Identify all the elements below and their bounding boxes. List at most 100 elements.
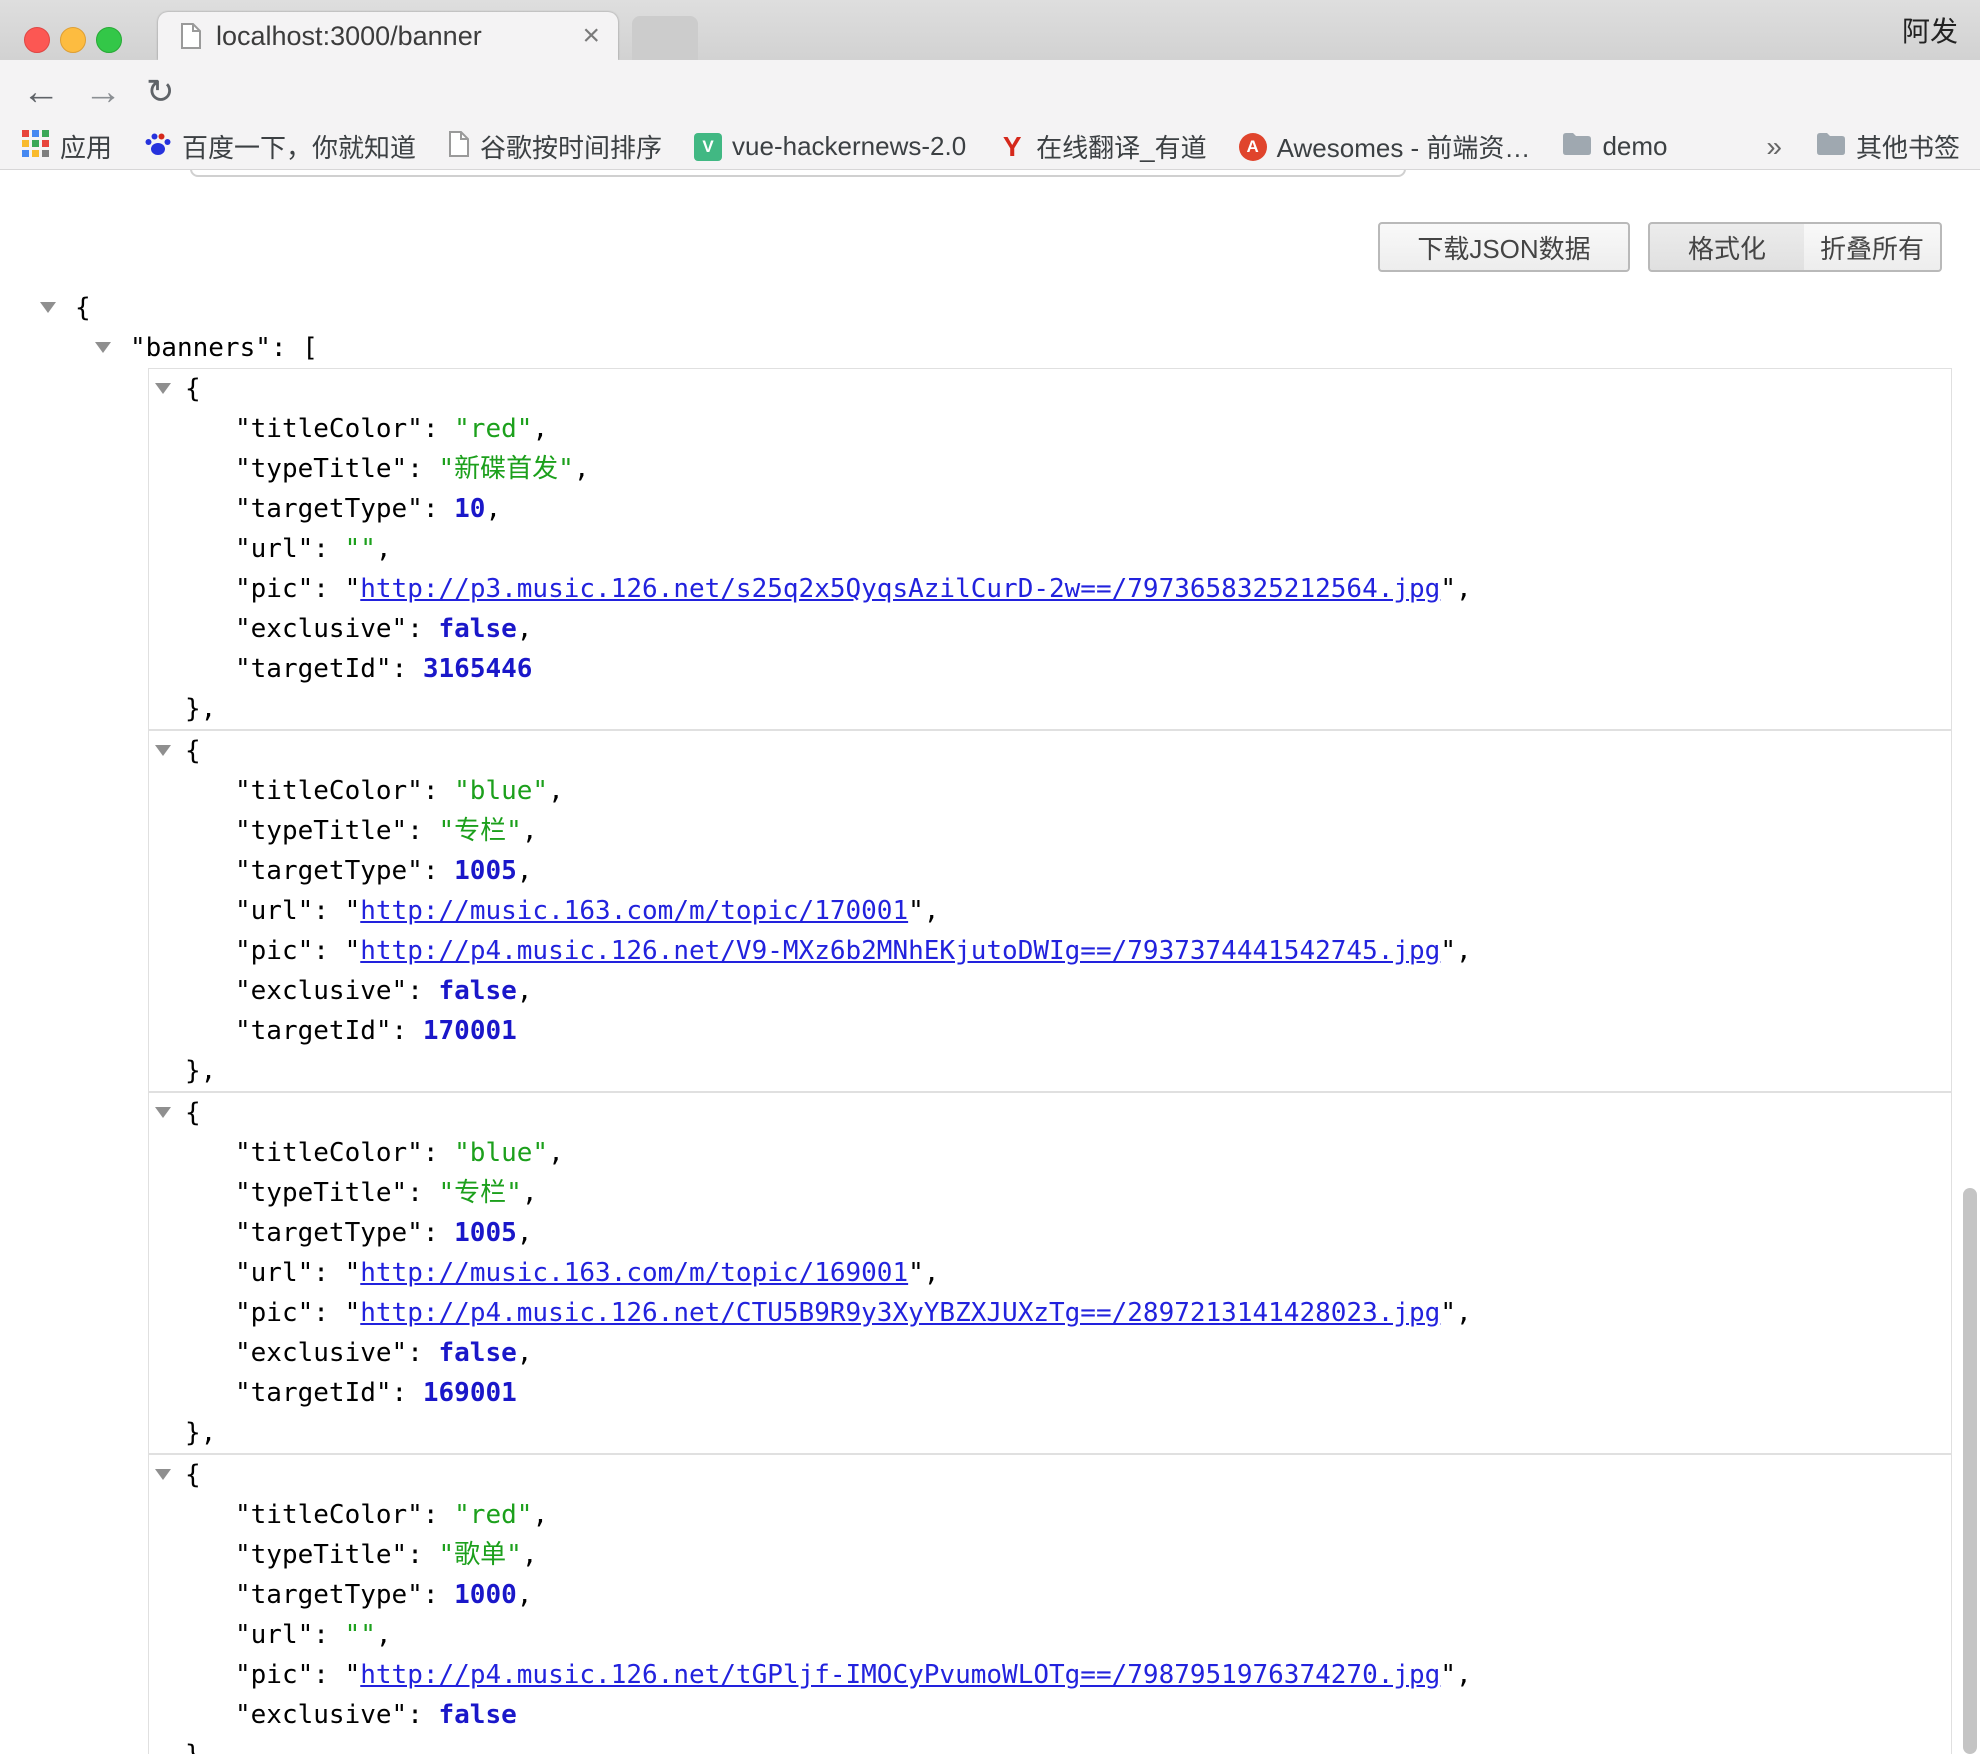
json-punctuation: , (532, 1500, 548, 1530)
json-key: "targetId" (235, 1378, 392, 1408)
json-boolean-value: false (439, 976, 517, 1006)
json-punctuation: : (423, 856, 454, 886)
bookmark-youdao-translate[interactable]: Y 在线翻译_有道 (998, 128, 1206, 165)
folder-icon (1816, 132, 1846, 161)
reload-icon[interactable]: ↻ (146, 60, 175, 124)
bookmark-google-sort[interactable]: 谷歌按时间排序 (448, 128, 662, 165)
json-number-value: 10 (454, 494, 485, 524)
bookmark-baidu[interactable]: 百度一下，你就知道 (144, 128, 416, 165)
profile-name[interactable]: 阿发 (1902, 0, 1958, 60)
format-button[interactable]: 格式化 (1648, 222, 1806, 272)
json-punctuation: , (1456, 1298, 1472, 1328)
json-key: "targetType" (235, 1218, 423, 1248)
collapse-toggle-icon[interactable] (155, 1107, 171, 1118)
bookmark-demo-folder[interactable]: demo (1562, 131, 1667, 162)
forward-icon[interactable]: → (84, 60, 122, 124)
json-property-line: "typeTitle": "新碟首发", (149, 449, 1951, 489)
json-key: "url" (235, 534, 313, 564)
vertical-scrollbar-thumb[interactable] (1963, 1188, 1977, 1754)
json-punctuation: " (1440, 1298, 1456, 1328)
json-property-line: "titleColor": "red", (149, 409, 1951, 449)
json-punctuation: : (392, 654, 423, 684)
json-punctuation: , (1456, 574, 1472, 604)
collapse-toggle-icon[interactable] (155, 383, 171, 394)
json-url-link[interactable]: http://music.163.com/m/topic/169001 (360, 1258, 908, 1288)
json-object-block: { "titleColor": "red","typeTitle": "新碟首发"… (148, 368, 1952, 730)
bookmarks-overflow-chevron[interactable]: » (1766, 131, 1782, 163)
json-url-link[interactable]: http://p3.music.126.net/s25q2x5QyqsAzilC… (360, 574, 1440, 604)
json-punctuation: " (1440, 574, 1456, 604)
json-key: "targetType" (235, 856, 423, 886)
json-key: "pic" (235, 936, 313, 966)
json-url-link[interactable]: http://music.163.com/m/topic/170001 (360, 896, 908, 926)
vue-badge-icon: V (694, 133, 722, 161)
json-punctuation: : (392, 1378, 423, 1408)
window-zoom-button[interactable] (96, 27, 122, 53)
json-root-open-line: { (0, 288, 1952, 328)
window-close-button[interactable] (24, 27, 50, 53)
bookmark-awesomes[interactable]: A Awesomes - 前端资… (1239, 128, 1531, 165)
collapse-all-button[interactable]: 折叠所有 (1804, 222, 1942, 272)
json-key: "exclusive" (235, 614, 407, 644)
collapse-toggle-icon[interactable] (40, 302, 56, 313)
json-property-line: "pic": "http://p4.music.126.net/tGPljf-I… (149, 1655, 1951, 1695)
json-key: "typeTitle" (235, 816, 407, 846)
json-punctuation: , (485, 494, 501, 524)
json-key: "exclusive" (235, 976, 407, 1006)
json-punctuation: { (75, 293, 91, 323)
json-key: "titleColor" (235, 414, 423, 444)
json-punctuation: : (423, 1218, 454, 1248)
json-url-link[interactable]: http://p4.music.126.net/CTU5B9R9y3XyYBZX… (360, 1298, 1440, 1328)
collapse-toggle-icon[interactable] (155, 1469, 171, 1480)
tab-close-icon[interactable]: × (582, 21, 600, 51)
active-tab[interactable]: localhost:3000/banner × (158, 12, 618, 60)
json-string-value: "" (345, 1620, 376, 1650)
json-object-open-line: { (149, 731, 1951, 771)
json-key: "url" (235, 1258, 313, 1288)
json-punctuation: { (185, 736, 201, 766)
collapse-toggle-icon[interactable] (155, 745, 171, 756)
json-object-close-line: }, (149, 689, 1951, 729)
json-punctuation: , (517, 856, 533, 886)
json-string-value: "专栏" (439, 816, 522, 846)
json-punctuation: : (407, 1540, 438, 1570)
json-property-line: "targetType": 1000, (149, 1575, 1951, 1615)
json-punctuation: : (392, 1016, 423, 1046)
json-property-line: "typeTitle": "专栏", (149, 1173, 1951, 1213)
json-punctuation: , (517, 976, 533, 1006)
new-tab-button[interactable] (632, 16, 698, 60)
json-punctuation: : (407, 1700, 438, 1730)
json-string-value: "专栏" (439, 1178, 522, 1208)
json-punctuation: } (185, 1740, 201, 1754)
collapse-toggle-icon[interactable] (95, 342, 111, 353)
tab-title: localhost:3000/banner (216, 21, 482, 52)
json-punctuation: { (185, 374, 201, 404)
json-object-close-line: }, (149, 1051, 1951, 1091)
download-json-button[interactable]: 下载JSON数据 (1378, 222, 1630, 272)
json-object-open-line: { (149, 369, 1951, 409)
json-property-line: "typeTitle": "歌单", (149, 1535, 1951, 1575)
json-key: "targetId" (235, 654, 392, 684)
baidu-paw-icon (144, 130, 172, 163)
json-punctuation: " (345, 1298, 361, 1328)
json-property-line: "titleColor": "blue", (149, 1133, 1951, 1173)
bookmark-label: 其他书签 (1856, 128, 1960, 165)
json-url-link[interactable]: http://p4.music.126.net/V9-MXz6b2MNhEKju… (360, 936, 1440, 966)
back-icon[interactable]: ← (22, 60, 60, 124)
json-punctuation: : (407, 454, 438, 484)
json-punctuation: : (423, 494, 454, 524)
json-punctuation: : (313, 1620, 344, 1650)
json-punctuation: }, (185, 1418, 216, 1448)
json-url-link[interactable]: http://p4.music.126.net/tGPljf-IMOCyPvum… (360, 1660, 1440, 1690)
json-punctuation: " (345, 896, 361, 926)
json-property-line: "targetType": 1005, (149, 851, 1951, 891)
bookmark-vue-hackernews[interactable]: V vue-hackernews-2.0 (694, 131, 966, 162)
window-minimize-button[interactable] (60, 27, 86, 53)
json-punctuation: " (908, 896, 924, 926)
json-punctuation: , (924, 1258, 940, 1288)
json-boolean-value: false (439, 614, 517, 644)
json-key: "typeTitle" (235, 1178, 407, 1208)
bookmark-other-bookmarks[interactable]: 其他书签 (1816, 128, 1960, 165)
bookmark-apps[interactable]: 应用 (22, 128, 112, 165)
json-key: "titleColor" (235, 1138, 423, 1168)
